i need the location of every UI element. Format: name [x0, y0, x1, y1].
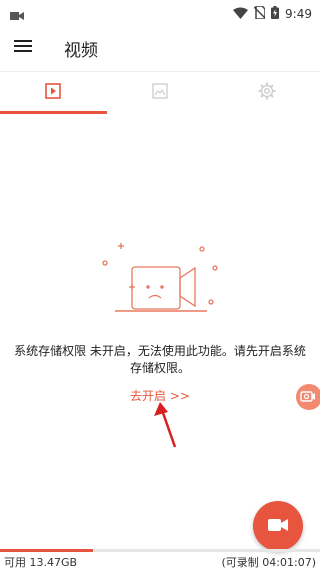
no-sim-icon	[253, 4, 266, 23]
tab-videos[interactable]	[0, 72, 107, 114]
app-bar: 视频	[0, 24, 320, 72]
camera-switch-button[interactable]	[296, 384, 320, 410]
tab-settings[interactable]	[213, 72, 320, 114]
page-title: 视频	[64, 41, 98, 61]
video-play-icon	[45, 83, 62, 103]
video-camera-icon	[268, 517, 288, 536]
storage-progress-fill	[0, 549, 93, 552]
gear-icon	[258, 82, 276, 104]
image-icon	[152, 83, 168, 103]
storage-progress-bar	[0, 549, 320, 552]
status-bar: 9:49	[0, 0, 320, 24]
hamburger-menu-icon[interactable]	[14, 38, 36, 58]
video-camera-icon	[10, 6, 24, 25]
status-time: 9:49	[285, 6, 312, 21]
wifi-icon	[233, 4, 249, 23]
permission-message: 系统存储权限 未开启，无法使用此功能。请先开启系统存储权限。	[14, 344, 306, 375]
tab-bar	[0, 72, 320, 114]
annotation-arrow	[150, 400, 180, 454]
status-icons: 9:49	[233, 4, 312, 23]
sad-camera-illustration	[95, 240, 225, 320]
storage-available: 可用 13.47GB	[4, 556, 78, 569]
camera-switch-icon	[300, 388, 316, 407]
tab-images[interactable]	[107, 72, 214, 114]
record-button[interactable]	[253, 501, 303, 551]
storage-recordable: (可录制 04:01:07)	[221, 556, 316, 569]
battery-charging-icon	[271, 4, 280, 23]
